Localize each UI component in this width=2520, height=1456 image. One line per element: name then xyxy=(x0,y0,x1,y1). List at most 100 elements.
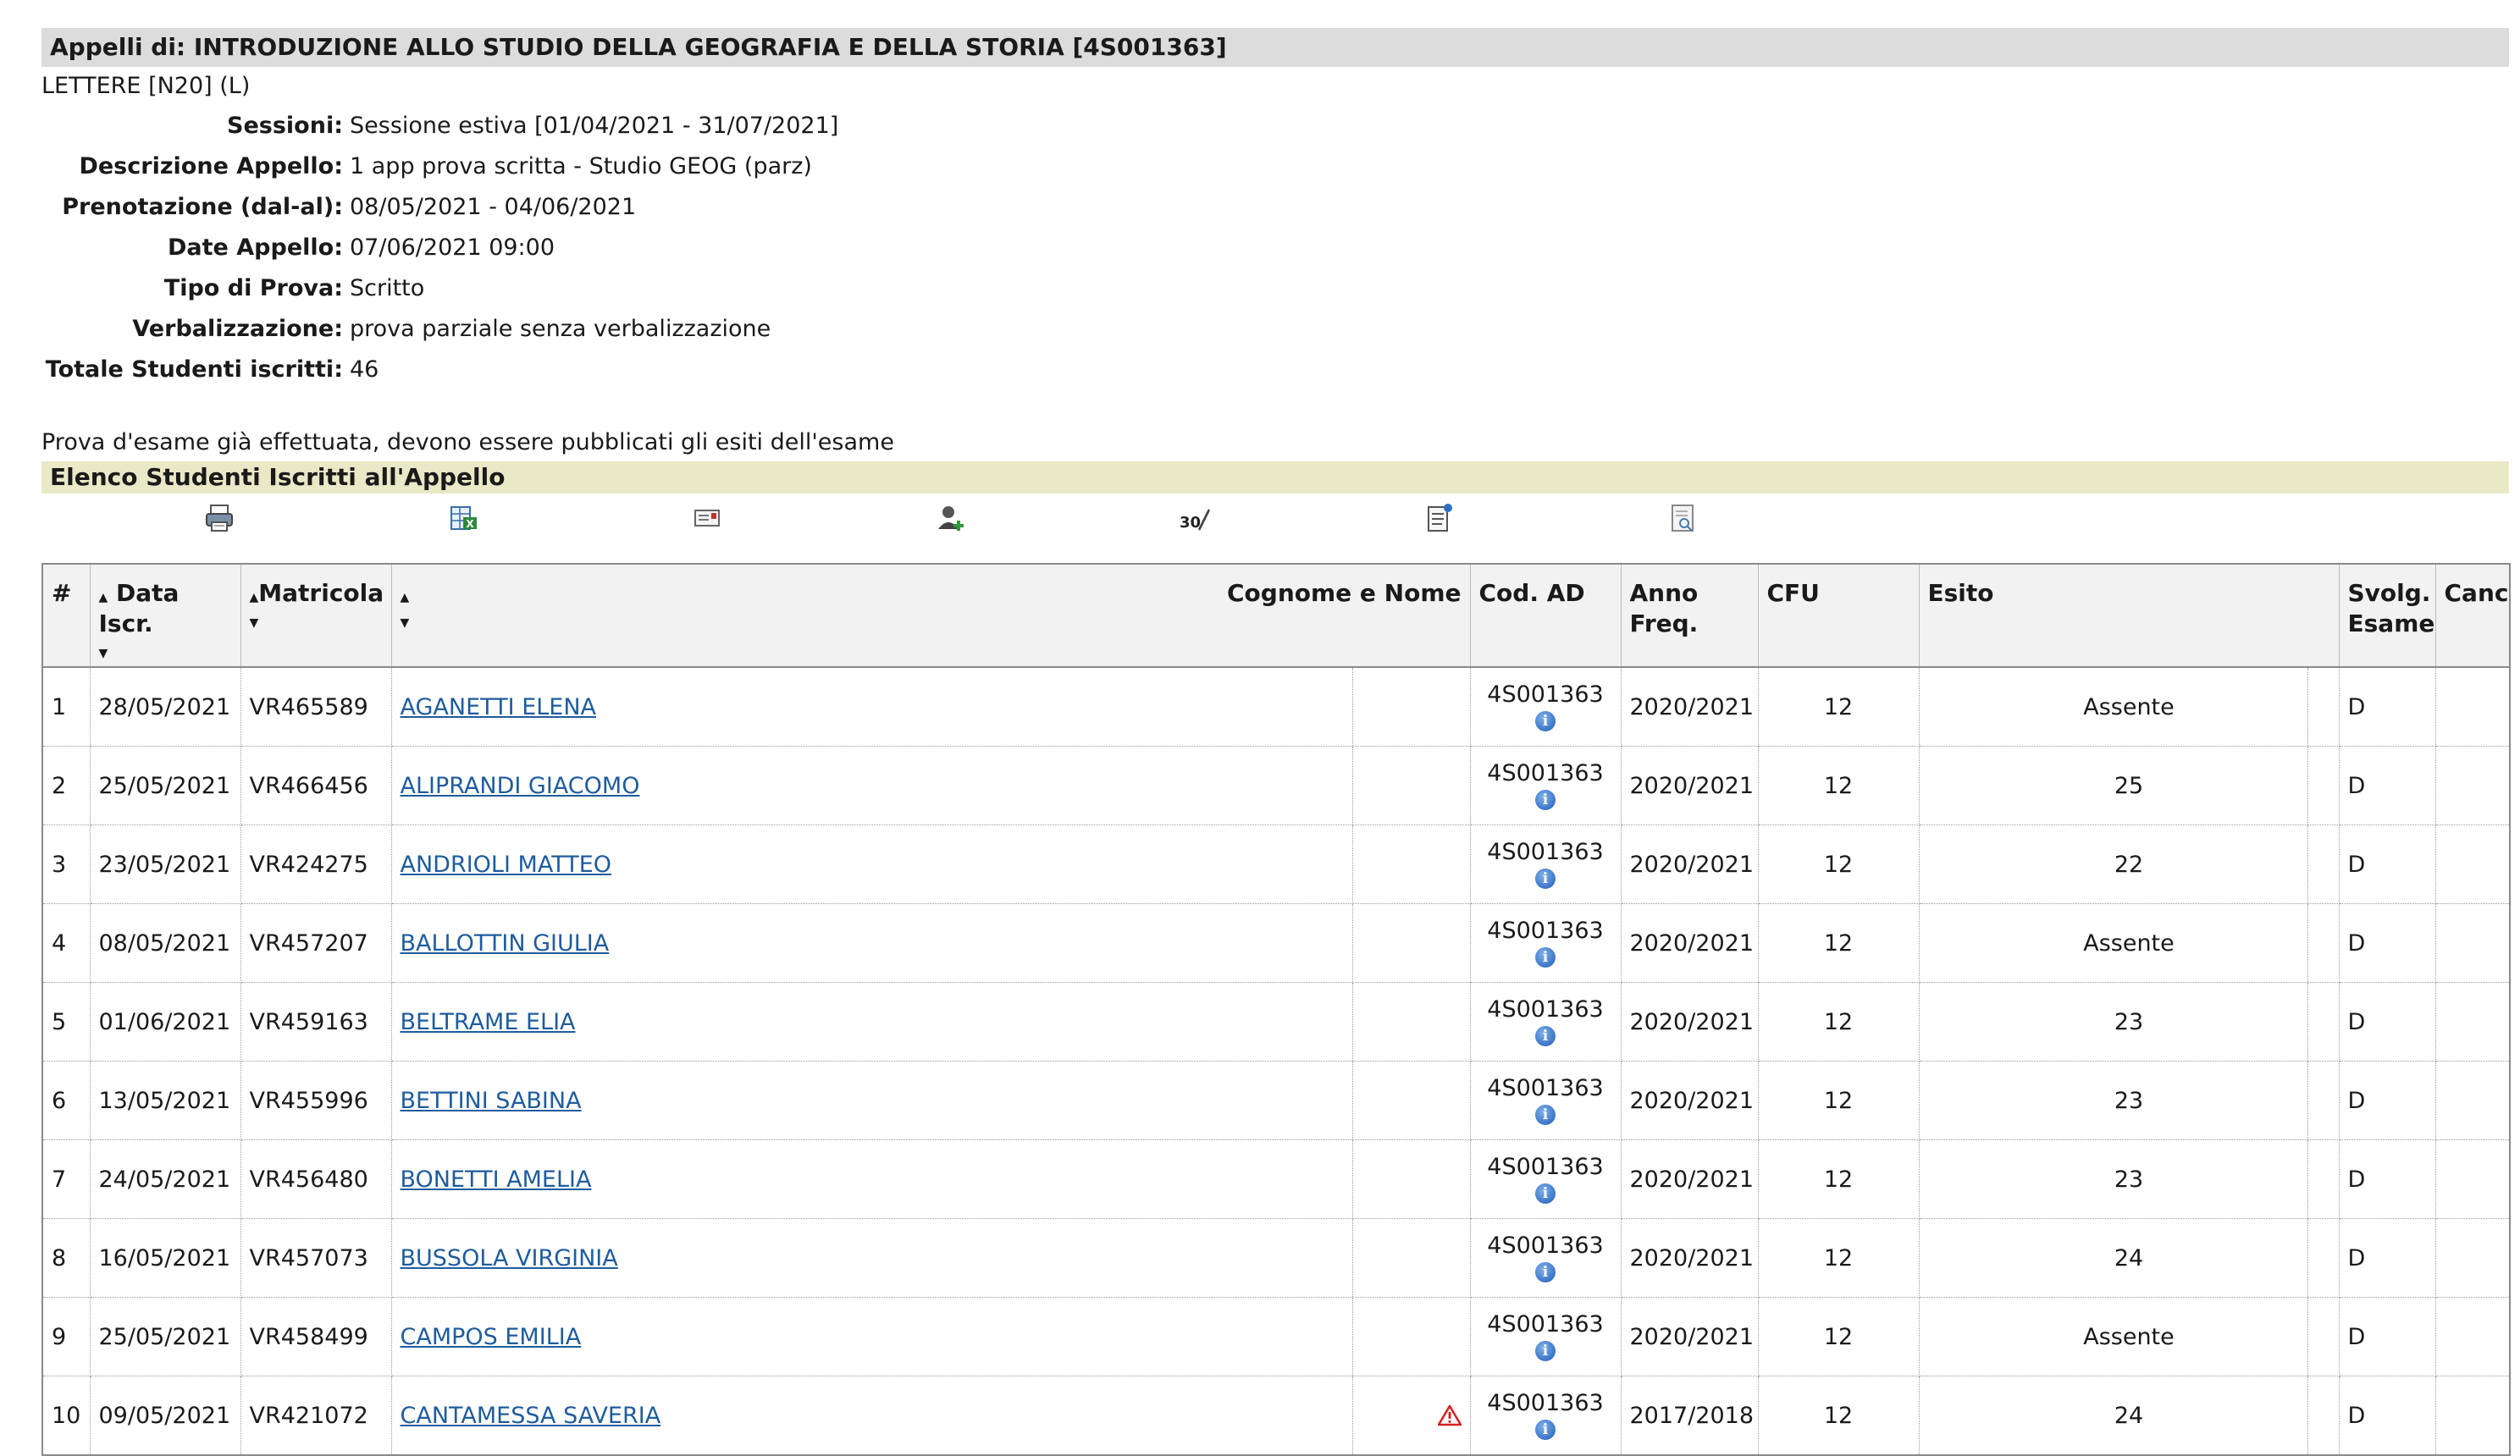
info-icon[interactable]: i xyxy=(1535,1025,1556,1046)
student-name-link[interactable]: AGANETTI ELENA xyxy=(401,694,597,720)
student-name-link[interactable]: ALIPRANDI GIACOMO xyxy=(401,773,640,799)
col-header-label[interactable]: Cognome e Nome xyxy=(1227,578,1462,609)
detail-sessioni: Sessioni: Sessione estiva [01/04/2021 - … xyxy=(41,106,2509,146)
cell-svolg-esame: D xyxy=(2339,982,2436,1062)
info-icon[interactable]: i xyxy=(1535,1261,1556,1282)
section-title: Elenco Studenti Iscritti all'Appello xyxy=(41,461,2509,494)
info-icon[interactable]: i xyxy=(1535,868,1556,889)
excel-export-icon[interactable]: X xyxy=(446,502,480,534)
svg-text:X: X xyxy=(466,518,474,530)
cell-cfu: 12 xyxy=(1758,982,1920,1062)
sort-desc-icon[interactable]: ▼ xyxy=(99,648,232,659)
col-header-data-iscr[interactable]: ▲ Data Iscr. ▼ xyxy=(89,563,241,668)
detail-value: 08/05/2021 - 04/06/2021 xyxy=(350,194,637,220)
student-name-link[interactable]: CAMPOS EMILIA xyxy=(401,1324,582,1350)
info-icon[interactable]: i xyxy=(1535,1183,1556,1204)
cell-divider xyxy=(1351,1140,1353,1218)
cell-anno-freq: 2020/2021 xyxy=(1621,825,1759,904)
course-name: LETTERE [N20] (L) xyxy=(41,73,251,99)
student-name-link[interactable]: BONETTI AMELIA xyxy=(401,1166,592,1193)
detail-label: Date Appello: xyxy=(168,234,343,261)
info-icon[interactable]: i xyxy=(1535,1340,1556,1361)
info-icon[interactable]: i xyxy=(1535,789,1556,810)
cell-canc xyxy=(2435,1139,2511,1219)
student-name-link[interactable]: BUSSOLA VIRGINIA xyxy=(401,1245,618,1271)
cell-divider xyxy=(1351,668,1353,746)
grade-entry-icon[interactable]: 30 xyxy=(1178,502,1212,534)
cell-esito: Assente xyxy=(1919,903,2340,983)
student-name-link[interactable]: BALLOTTIN GIULIA xyxy=(401,930,610,957)
document-preview-icon[interactable] xyxy=(1666,502,1699,534)
table-row: 4 08/05/2021 VR457207 BALLOTTIN GIULIA 4S001… xyxy=(42,903,2511,983)
cell-matricola: VR424275 xyxy=(240,825,392,904)
sort-asc-icon[interactable]: ▲ xyxy=(99,591,108,604)
cell-divider xyxy=(1351,1062,1353,1139)
detail-verbalizzazione: Verbalizzazione: prova parziale senza ve… xyxy=(41,309,2509,350)
cell-cfu: 12 xyxy=(1758,825,1920,904)
cell-svolg-esame: D xyxy=(2339,746,2436,825)
sort-desc-icon[interactable]: ▼ xyxy=(250,617,383,629)
cell-anno-freq: 2020/2021 xyxy=(1621,1139,1759,1219)
detail-label: Prenotazione (dal-al): xyxy=(62,194,343,220)
cell-matricola: VR459163 xyxy=(240,982,392,1062)
cell-matricola: VR457073 xyxy=(240,1218,392,1298)
cell-nome: BONETTI AMELIA xyxy=(391,1139,1471,1219)
col-header-nome[interactable]: ▲ Cognome e Nome ▼ xyxy=(390,563,1471,668)
cell-svolg-esame: D xyxy=(2339,667,2436,747)
info-icon[interactable]: i xyxy=(1535,710,1556,731)
info-icon[interactable]: i xyxy=(1535,1419,1556,1440)
cell-cod-ad: 4S001363 i xyxy=(1470,825,1622,904)
col-header-label[interactable]: Matricola xyxy=(258,579,384,607)
col-header-label[interactable]: Data Iscr. xyxy=(99,579,180,637)
cell-nome: BALLOTTIN GIULIA xyxy=(391,903,1471,983)
table-header-row: # ▲ Data Iscr. ▼ ▲Matricola ▼ ▲ Cognome … xyxy=(41,563,2511,668)
info-icon[interactable]: i xyxy=(1535,1104,1556,1125)
sort-asc-icon[interactable]: ▲ xyxy=(250,591,259,604)
cell-nome: AGANETTI ELENA xyxy=(391,667,1471,747)
col-header-label: CFU xyxy=(1766,579,1820,607)
cell-num: 10 xyxy=(42,1376,91,1456)
cell-divider xyxy=(1351,747,1353,825)
cell-data-iscr: 23/05/2021 xyxy=(90,825,241,904)
cell-cfu: 12 xyxy=(1758,1139,1920,1219)
email-icon[interactable] xyxy=(690,502,724,534)
cell-cod-ad: 4S001363 i xyxy=(1470,982,1622,1062)
col-header-esito: Esito xyxy=(1918,563,2340,668)
col-header-matricola[interactable]: ▲Matricola ▼ xyxy=(240,563,392,668)
esito-value: 23 xyxy=(2114,1087,2144,1114)
cell-nome: CAMPOS EMILIA xyxy=(391,1297,1471,1376)
student-name-link[interactable]: CANTAMESSA SAVERIA xyxy=(401,1403,661,1429)
detail-value: 07/06/2021 09:00 xyxy=(350,234,555,261)
add-student-icon[interactable] xyxy=(934,502,968,534)
student-name-link[interactable]: ANDRIOLI MATTEO xyxy=(401,852,612,878)
detail-tipo-prova: Tipo di Prova: Scritto xyxy=(41,268,2509,309)
detail-descrizione: Descrizione Appello: 1 app prova scritta… xyxy=(41,146,2509,187)
student-name-link[interactable]: BELTRAME ELIA xyxy=(401,1009,576,1035)
cell-anno-freq: 2020/2021 xyxy=(1621,1218,1759,1298)
cell-divider xyxy=(1351,904,1353,982)
cell-nome: ALIPRANDI GIACOMO xyxy=(391,746,1471,825)
cell-esito: Assente xyxy=(1919,1297,2340,1376)
cell-svolg-esame: D xyxy=(2339,1139,2436,1219)
print-icon[interactable] xyxy=(202,502,236,534)
student-name-link[interactable]: BETTINI SABINA xyxy=(401,1088,582,1114)
cell-data-iscr: 08/05/2021 xyxy=(90,903,241,983)
cell-num: 6 xyxy=(42,1061,91,1140)
cell-divider xyxy=(2307,668,2308,746)
notes-icon[interactable] xyxy=(1422,502,1456,534)
cell-divider xyxy=(2307,825,2308,903)
exam-page: Appelli di: INTRODUZIONE ALLO STUDIO DEL… xyxy=(41,28,2511,1456)
cell-matricola: VR465589 xyxy=(240,667,392,747)
info-icon[interactable]: i xyxy=(1535,946,1556,968)
col-header-anno-freq: Anno Freq. xyxy=(1620,563,1759,668)
table-row: 10 09/05/2021 VR421072 CANTAMESSA SAVERIA 4S… xyxy=(42,1376,2511,1456)
cell-svolg-esame: D xyxy=(2339,1218,2436,1298)
warning-icon[interactable] xyxy=(1437,1404,1462,1426)
cell-data-iscr: 09/05/2021 xyxy=(90,1376,241,1456)
cod-ad-value: 4S001363 xyxy=(1487,1389,1604,1416)
sort-desc-icon[interactable]: ▼ xyxy=(401,617,1462,629)
students-table: # ▲ Data Iscr. ▼ ▲Matricola ▼ ▲ Cognome … xyxy=(41,563,2511,1456)
cell-cfu: 12 xyxy=(1758,903,1920,983)
sort-asc-icon[interactable]: ▲ xyxy=(401,591,410,604)
detail-prenotazione: Prenotazione (dal-al): 08/05/2021 - 04/0… xyxy=(41,187,2509,228)
